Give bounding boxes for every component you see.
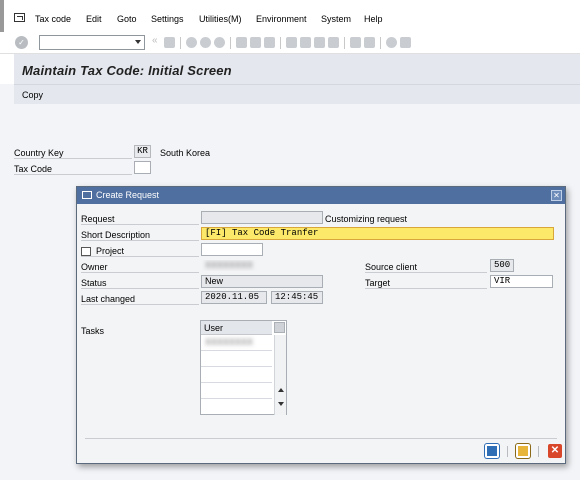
menu-bar: Tax code Edit Goto Settings Utilities(M)… bbox=[0, 0, 580, 32]
divider bbox=[81, 224, 199, 225]
short-description-input[interactable]: [FI] Tax Code Tranfer bbox=[201, 227, 554, 240]
menu-help[interactable]: Help bbox=[364, 14, 383, 24]
save-button[interactable] bbox=[485, 444, 499, 458]
sap-menu-icon[interactable] bbox=[14, 13, 25, 22]
scroll-up-icon[interactable] bbox=[278, 388, 284, 392]
request-label: Request bbox=[81, 214, 115, 224]
owner-field: XXXXXXXX bbox=[201, 259, 281, 272]
find-icon[interactable] bbox=[250, 37, 261, 48]
divider bbox=[14, 174, 132, 175]
last-changed-date: 2020.11.05 bbox=[201, 291, 267, 304]
country-key-label: Country Key bbox=[14, 148, 64, 158]
table-settings-icon[interactable] bbox=[274, 322, 285, 333]
save-icon[interactable] bbox=[164, 37, 175, 48]
toolbar-separator bbox=[230, 37, 231, 49]
project-input[interactable] bbox=[201, 243, 263, 256]
copy-button[interactable]: Copy bbox=[22, 90, 43, 100]
cancel-button[interactable]: ✕ bbox=[548, 444, 562, 458]
application-toolbar: Copy bbox=[14, 84, 580, 104]
create-request-dialog: Create Request ✕ Request Customizing req… bbox=[76, 186, 566, 464]
toolbar-separator bbox=[344, 37, 345, 49]
dialog-title: Create Request bbox=[96, 190, 160, 200]
menu-settings[interactable]: Settings bbox=[151, 14, 184, 24]
divider bbox=[81, 240, 199, 241]
menu-utilities[interactable]: Utilities(M) bbox=[199, 14, 242, 24]
menu-tax-code[interactable]: Tax code bbox=[35, 14, 71, 24]
table-row[interactable] bbox=[201, 367, 272, 383]
status-field: New bbox=[201, 275, 323, 288]
last-changed-label: Last changed bbox=[81, 294, 136, 304]
short-description-label: Short Description bbox=[81, 230, 151, 240]
enter-icon[interactable]: ✓ bbox=[15, 36, 28, 49]
source-client-field: 500 bbox=[490, 259, 514, 272]
back-arrow-icon[interactable]: « bbox=[152, 35, 158, 46]
last-changed-time: 12:45:45 bbox=[271, 291, 323, 304]
footer-separator bbox=[507, 446, 508, 457]
table-row[interactable] bbox=[201, 383, 272, 399]
previous-page-icon[interactable] bbox=[300, 37, 311, 48]
toolbar-separator bbox=[180, 37, 181, 49]
owner-label: Owner bbox=[81, 262, 108, 272]
page-title: Maintain Tax Code: Initial Screen bbox=[22, 63, 232, 78]
tax-code-label: Tax Code bbox=[14, 164, 53, 174]
last-page-icon[interactable] bbox=[328, 37, 339, 48]
target-label: Target bbox=[365, 278, 391, 288]
tasks-label: Tasks bbox=[81, 326, 105, 336]
divider bbox=[81, 304, 199, 305]
divider bbox=[365, 288, 487, 289]
close-icon[interactable]: ✕ bbox=[551, 190, 562, 201]
command-field[interactable] bbox=[39, 35, 145, 50]
project-label: Project bbox=[96, 246, 125, 256]
table-column-header[interactable]: User bbox=[201, 321, 272, 335]
next-page-icon[interactable] bbox=[314, 37, 325, 48]
exit-icon[interactable] bbox=[200, 37, 211, 48]
target-input[interactable]: VIR bbox=[490, 275, 553, 288]
scroll-down-icon[interactable] bbox=[278, 402, 284, 406]
standard-toolbar: ✓ « bbox=[0, 32, 580, 54]
menu-environment[interactable]: Environment bbox=[256, 14, 307, 24]
dialog-title-bar: Create Request ✕ bbox=[77, 187, 565, 204]
divider bbox=[365, 272, 487, 273]
country-name-text: South Korea bbox=[160, 148, 211, 158]
menu-system[interactable]: System bbox=[321, 14, 351, 24]
table-row[interactable] bbox=[201, 399, 272, 415]
back-icon[interactable] bbox=[186, 37, 197, 48]
table-cell: XXXXXXXX bbox=[205, 337, 254, 347]
dialog-window-icon bbox=[82, 191, 92, 199]
create-request-button[interactable] bbox=[516, 444, 530, 458]
create-session-icon[interactable] bbox=[350, 37, 361, 48]
table-row[interactable]: XXXXXXXX bbox=[201, 335, 272, 351]
divider bbox=[81, 272, 199, 273]
owner-value: XXXXXXXX bbox=[205, 260, 254, 270]
dialog-footer-divider bbox=[85, 438, 557, 439]
screen-title-bar: Maintain Tax Code: Initial Screen bbox=[0, 54, 580, 84]
footer-separator bbox=[538, 446, 539, 457]
divider bbox=[81, 288, 199, 289]
menu-edit[interactable]: Edit bbox=[86, 14, 102, 24]
toolbar-separator bbox=[280, 37, 281, 49]
chevron-down-icon[interactable] bbox=[135, 40, 141, 44]
tasks-table: User XXXXXXXX bbox=[200, 320, 287, 415]
scrollbar[interactable] bbox=[274, 335, 286, 415]
table-row[interactable] bbox=[201, 351, 272, 367]
tax-code-field[interactable] bbox=[134, 161, 151, 174]
toolbar-separator bbox=[380, 37, 381, 49]
layout-icon[interactable] bbox=[400, 37, 411, 48]
request-type-text: Customizing request bbox=[325, 214, 408, 224]
divider bbox=[81, 256, 199, 257]
first-page-icon[interactable] bbox=[286, 37, 297, 48]
status-label: Status bbox=[81, 278, 107, 288]
divider bbox=[14, 158, 132, 159]
country-key-field[interactable]: KR bbox=[134, 145, 151, 158]
menu-goto[interactable]: Goto bbox=[117, 14, 137, 24]
request-field bbox=[201, 211, 323, 224]
cancel-icon[interactable] bbox=[214, 37, 225, 48]
create-shortcut-icon[interactable] bbox=[364, 37, 375, 48]
project-icon bbox=[81, 247, 91, 256]
help-icon[interactable] bbox=[386, 37, 397, 48]
source-client-label: Source client bbox=[365, 262, 418, 272]
print-icon[interactable] bbox=[236, 37, 247, 48]
find-next-icon[interactable] bbox=[264, 37, 275, 48]
